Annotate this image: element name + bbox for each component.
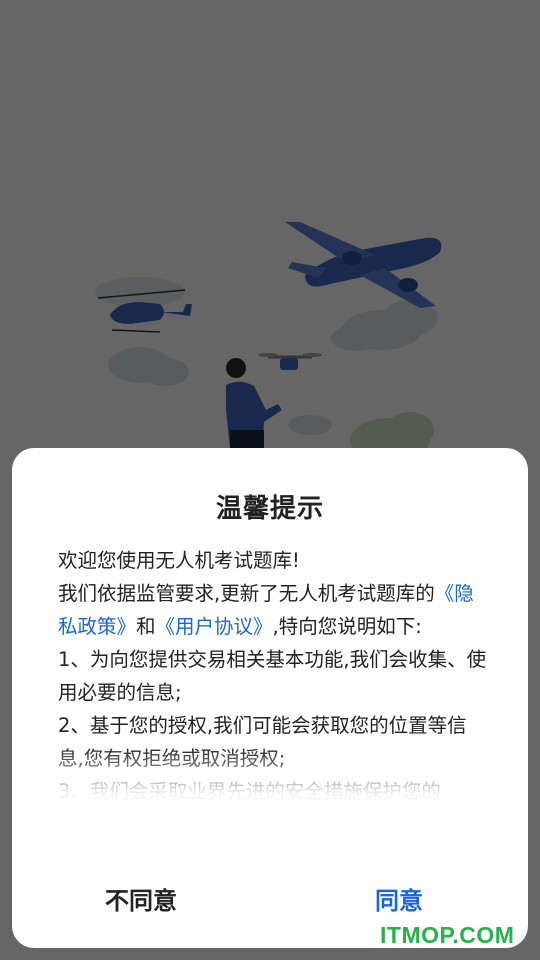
notice-item-3: 3、我们会采取业界先进的安全措施保护您的 — [58, 780, 441, 803]
policy-paragraph: 我们依据监管要求,更新了无人机考试题库的《隐私政策》和《用户协议》,特向您说明如… — [58, 577, 488, 643]
agree-button[interactable]: 同意 — [326, 876, 472, 924]
policy-tail-text-2: 下: — [395, 615, 422, 638]
policy-tail-text: ,特向您说明如 — [272, 615, 396, 638]
welcome-text: 欢迎您使用无人机考试题库! — [58, 549, 300, 572]
privacy-dialog: 温馨提示 欢迎您使用无人机考试题库! 我们依据监管要求,更新了无人机考试题库的《… — [12, 448, 528, 948]
disagree-button[interactable]: 不同意 — [68, 876, 214, 924]
and-text: 和 — [136, 615, 156, 638]
user-agreement-link[interactable]: 《用户协议》 — [156, 615, 273, 638]
policy-intro-text: 我们依据监管要求,更新了无人机考试题库的 — [58, 582, 435, 605]
dialog-content[interactable]: 欢迎您使用无人机考试题库! 我们依据监管要求,更新了无人机考试题库的《隐私政策》… — [58, 544, 488, 844]
notice-item-1: 1、为向您提供交易相关基本功能,我们会收集、使用必要的信息; — [58, 648, 487, 704]
dialog-title: 温馨提示 — [215, 494, 324, 524]
notice-item-2: 2、基于您的授权,我们可能会获取您的位置等信息,您有权拒绝或取消授权; — [58, 714, 467, 770]
watermark-logo: ITMOP.COM — [380, 922, 515, 948]
